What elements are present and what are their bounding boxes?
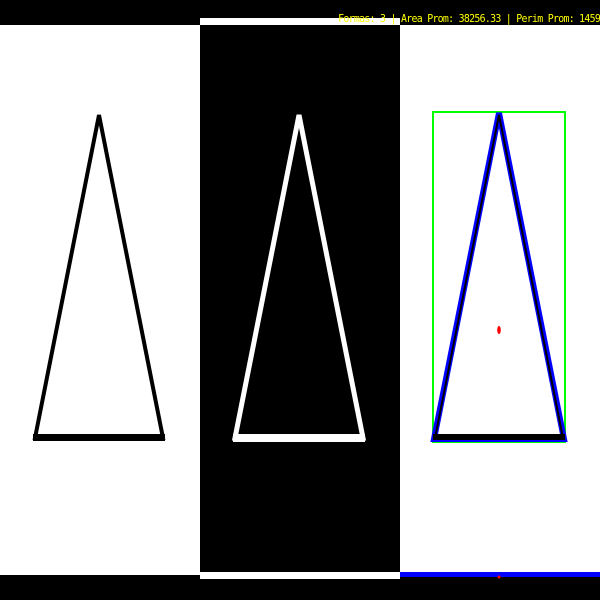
triangle-base xyxy=(433,434,565,440)
analysis-canvas xyxy=(400,0,600,600)
panel-original xyxy=(0,0,200,600)
border-centroid-dot xyxy=(497,575,501,579)
top-border xyxy=(0,0,200,25)
stats-overlay: Formas: 3 | Area Prom: 38256.33 | Perim … xyxy=(337,12,600,25)
analysis-background xyxy=(400,0,600,600)
original-canvas xyxy=(0,0,200,600)
triangle-base xyxy=(233,434,365,442)
binary-background xyxy=(200,0,400,600)
centroid-dot xyxy=(497,326,501,334)
bottom-border xyxy=(200,572,400,579)
triangle-shape xyxy=(32,114,166,440)
bottom-border xyxy=(400,575,600,600)
panel-analysis xyxy=(400,0,600,600)
bottom-border xyxy=(0,575,200,600)
triangle-base xyxy=(33,434,165,441)
binary-canvas xyxy=(200,0,400,600)
panel-binary xyxy=(200,0,400,600)
